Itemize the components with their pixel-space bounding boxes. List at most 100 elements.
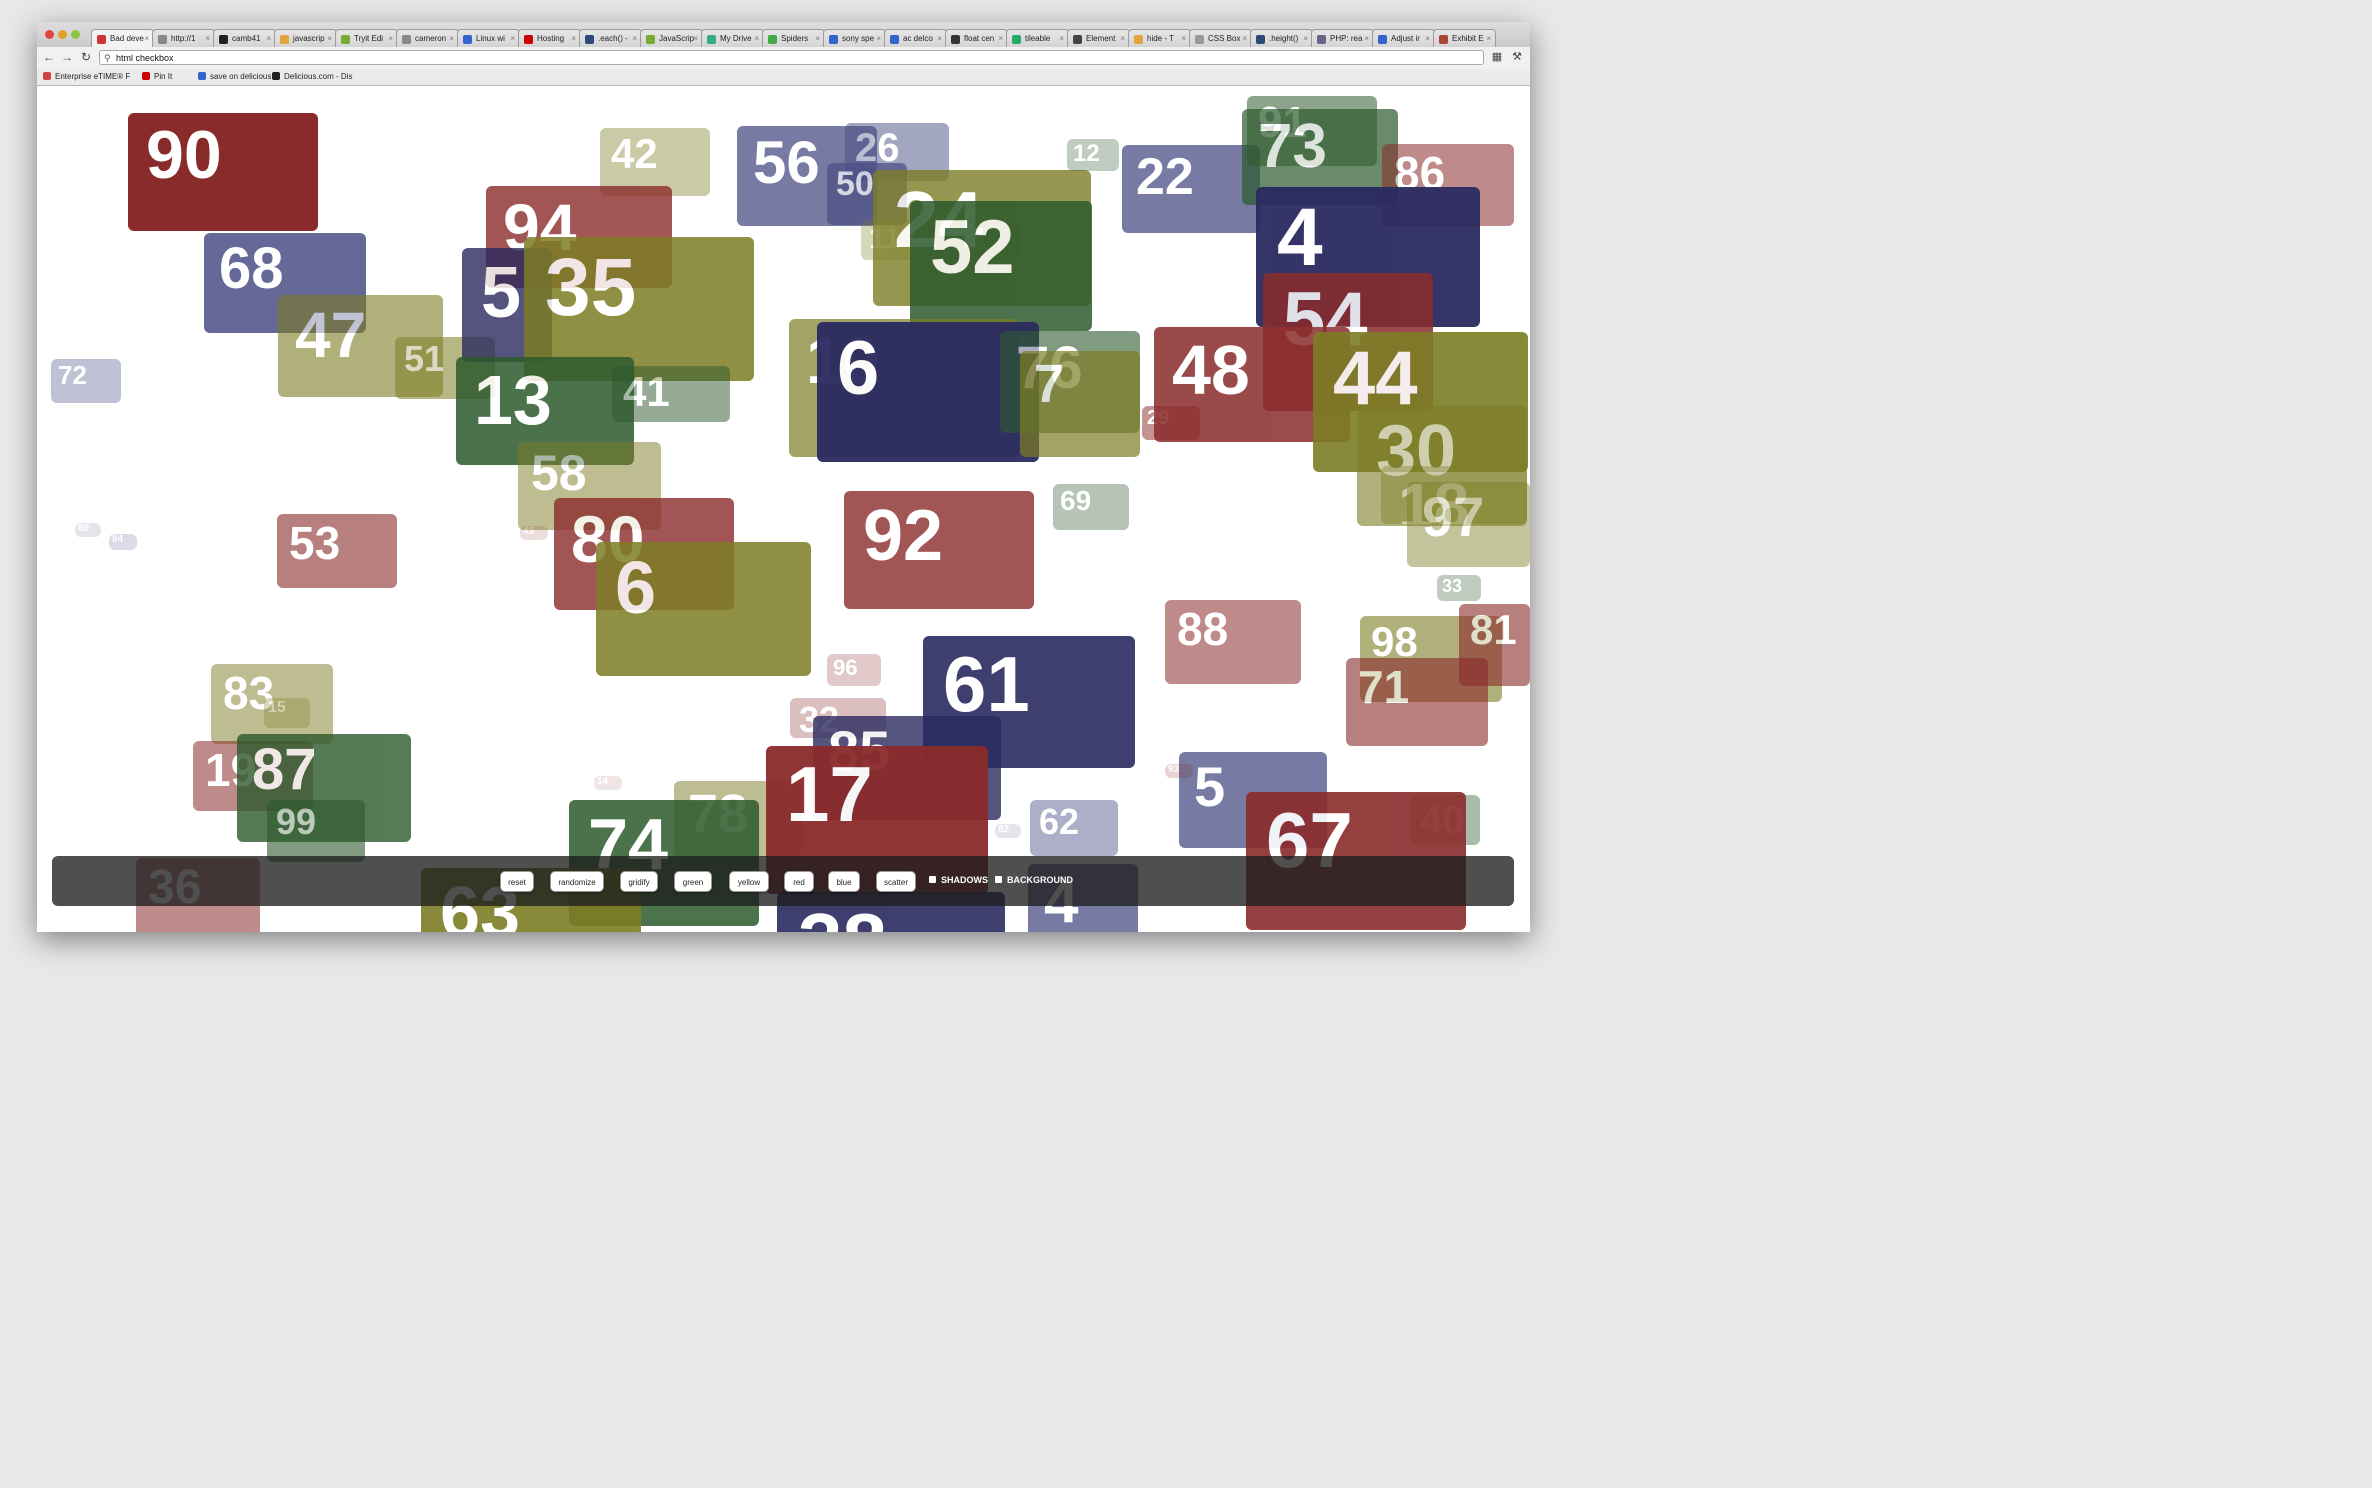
blue-button[interactable]: blue — [828, 871, 860, 892]
tab-close-icon[interactable]: × — [1120, 30, 1125, 47]
green-button[interactable]: green — [674, 871, 712, 892]
browser-tab[interactable]: sony spe × — [823, 29, 886, 47]
number-tile[interactable]: 43 — [520, 526, 548, 540]
yellow-button[interactable]: yellow — [729, 871, 769, 892]
tab-close-icon[interactable]: × — [876, 30, 881, 47]
number-tile[interactable]: 14 — [594, 776, 622, 790]
tab-close-icon[interactable]: × — [815, 30, 820, 47]
number-tile[interactable]: 82 — [995, 824, 1021, 838]
zoom-window-icon[interactable] — [71, 30, 80, 39]
browser-tab[interactable]: hide - T × — [1128, 29, 1191, 47]
address-bar[interactable]: ⚲ html checkbox — [99, 50, 1484, 65]
number-tile[interactable]: 22 — [1122, 145, 1260, 233]
back-icon[interactable]: ← — [42, 50, 56, 64]
tab-close-icon[interactable]: × — [144, 30, 149, 47]
browser-tab[interactable]: javascrip × — [274, 29, 337, 47]
number-tile[interactable]: 97 — [1407, 482, 1530, 567]
browser-tab[interactable]: Adjust ir × — [1372, 29, 1435, 47]
forward-icon[interactable]: → — [60, 50, 74, 64]
randomize-button[interactable]: randomize — [550, 871, 604, 892]
tab-close-icon[interactable]: × — [1059, 30, 1064, 47]
browser-tab[interactable]: .each() - × — [579, 29, 642, 47]
number-tile[interactable]: 7 — [1020, 351, 1140, 457]
number-tile[interactable]: 62 — [1030, 800, 1118, 856]
tab-close-icon[interactable]: × — [632, 30, 637, 47]
tab-close-icon[interactable]: × — [571, 30, 576, 47]
number-tile[interactable]: 69 — [1053, 484, 1129, 530]
browser-tab[interactable]: tileable × — [1006, 29, 1069, 47]
tab-favicon-icon — [646, 35, 655, 44]
background-checkbox[interactable]: BACKGROUND — [995, 875, 1073, 885]
browser-tab[interactable]: Bad deve × — [91, 29, 154, 47]
browser-tab[interactable]: Exhibit E × — [1433, 29, 1496, 47]
close-window-icon[interactable] — [45, 30, 54, 39]
browser-tab[interactable]: .height() × — [1250, 29, 1313, 47]
red-button[interactable]: red — [784, 871, 814, 892]
tab-close-icon[interactable]: × — [1425, 30, 1430, 47]
tab-close-icon[interactable]: × — [510, 30, 515, 47]
tab-close-icon[interactable]: × — [327, 30, 332, 47]
reload-icon[interactable]: ↻ — [79, 50, 93, 64]
tab-close-icon[interactable]: × — [266, 30, 271, 47]
browser-tab[interactable]: http://1 × — [152, 29, 215, 47]
tab-close-icon[interactable]: × — [754, 30, 759, 47]
tab-close-icon[interactable]: × — [388, 30, 393, 47]
tab-close-icon[interactable]: × — [693, 30, 698, 47]
checkbox-icon[interactable] — [995, 876, 1002, 883]
browser-tab[interactable]: JavaScrip × — [640, 29, 703, 47]
tab-close-icon[interactable]: × — [1242, 30, 1247, 47]
tab-close-icon[interactable]: × — [937, 30, 942, 47]
bookmark-item[interactable]: save on delicious — [198, 72, 271, 81]
minimize-window-icon[interactable] — [58, 30, 67, 39]
number-tile[interactable]: 84 — [109, 534, 137, 550]
number-tile[interactable]: 6 — [596, 542, 811, 676]
number-tile[interactable]: 92 — [844, 491, 1034, 609]
gridify-button[interactable]: gridify — [620, 871, 658, 892]
number-tile[interactable]: 52 — [910, 201, 1092, 331]
reset-button[interactable]: reset — [500, 871, 534, 892]
browser-tab[interactable]: PHP: rea × — [1311, 29, 1374, 47]
wrench-icon[interactable]: ⚒ — [1510, 50, 1524, 63]
browser-tab[interactable]: camb41 × — [213, 29, 276, 47]
tab-close-icon[interactable]: × — [449, 30, 454, 47]
tab-close-icon[interactable]: × — [1181, 30, 1186, 47]
tab-close-icon[interactable]: × — [1303, 30, 1308, 47]
number-tile[interactable]: 96 — [827, 654, 881, 686]
bookmark-label: save on delicious — [210, 72, 272, 81]
browser-tab[interactable]: Hosting × — [518, 29, 581, 47]
bookmark-item[interactable]: Enterprise eTIME® F — [43, 72, 130, 81]
number-tile[interactable]: 90 — [128, 113, 318, 231]
checkbox-icon[interactable] — [929, 876, 936, 883]
bookmark-item[interactable]: Delicious.com - Dis — [272, 72, 352, 81]
browser-tab[interactable]: Tryit Edi × — [335, 29, 398, 47]
tab-favicon-icon — [280, 35, 289, 44]
number-tile[interactable]: 15 — [264, 698, 310, 728]
number-tile[interactable]: 33 — [1437, 575, 1481, 601]
browser-tab[interactable]: Element × — [1067, 29, 1130, 47]
shadows-checkbox[interactable]: SHADOWS — [929, 875, 988, 885]
scatter-button[interactable]: scatter — [876, 871, 916, 892]
bookmark-item[interactable]: Pin It — [142, 72, 172, 81]
number-tile[interactable]: 41 — [612, 366, 730, 422]
browser-tab[interactable]: My Drive × — [701, 29, 764, 47]
tab-close-icon[interactable]: × — [1364, 30, 1369, 47]
number-tile[interactable]: 88 — [1165, 600, 1301, 684]
browser-tab[interactable]: CSS Box × — [1189, 29, 1252, 47]
browser-tab[interactable]: Spiders × — [762, 29, 825, 47]
browser-tab[interactable]: cameron × — [396, 29, 459, 47]
number-tile[interactable]: 71 — [1346, 658, 1488, 746]
tab-close-icon[interactable]: × — [205, 30, 210, 47]
tab-close-icon[interactable]: × — [1486, 30, 1491, 47]
browser-tab[interactable]: Linux wi × — [457, 29, 520, 47]
browser-tab[interactable]: ac delco × — [884, 29, 947, 47]
number-tile[interactable]: 12 — [1067, 139, 1119, 171]
number-tile[interactable]: 89 — [75, 523, 101, 537]
tab-strip: Bad deve × http://1 × camb41 × javascrip × Tryit… — [37, 22, 1530, 47]
page-action-icon[interactable]: ▦ — [1490, 50, 1504, 63]
browser-tab[interactable]: float cen × — [945, 29, 1008, 47]
number-tile[interactable]: 93 — [1165, 764, 1193, 778]
tab-close-icon[interactable]: × — [998, 30, 1003, 47]
number-tile[interactable]: 53 — [277, 514, 397, 588]
number-tile[interactable]: 99 — [267, 800, 365, 862]
number-tile[interactable]: 72 — [51, 359, 121, 403]
